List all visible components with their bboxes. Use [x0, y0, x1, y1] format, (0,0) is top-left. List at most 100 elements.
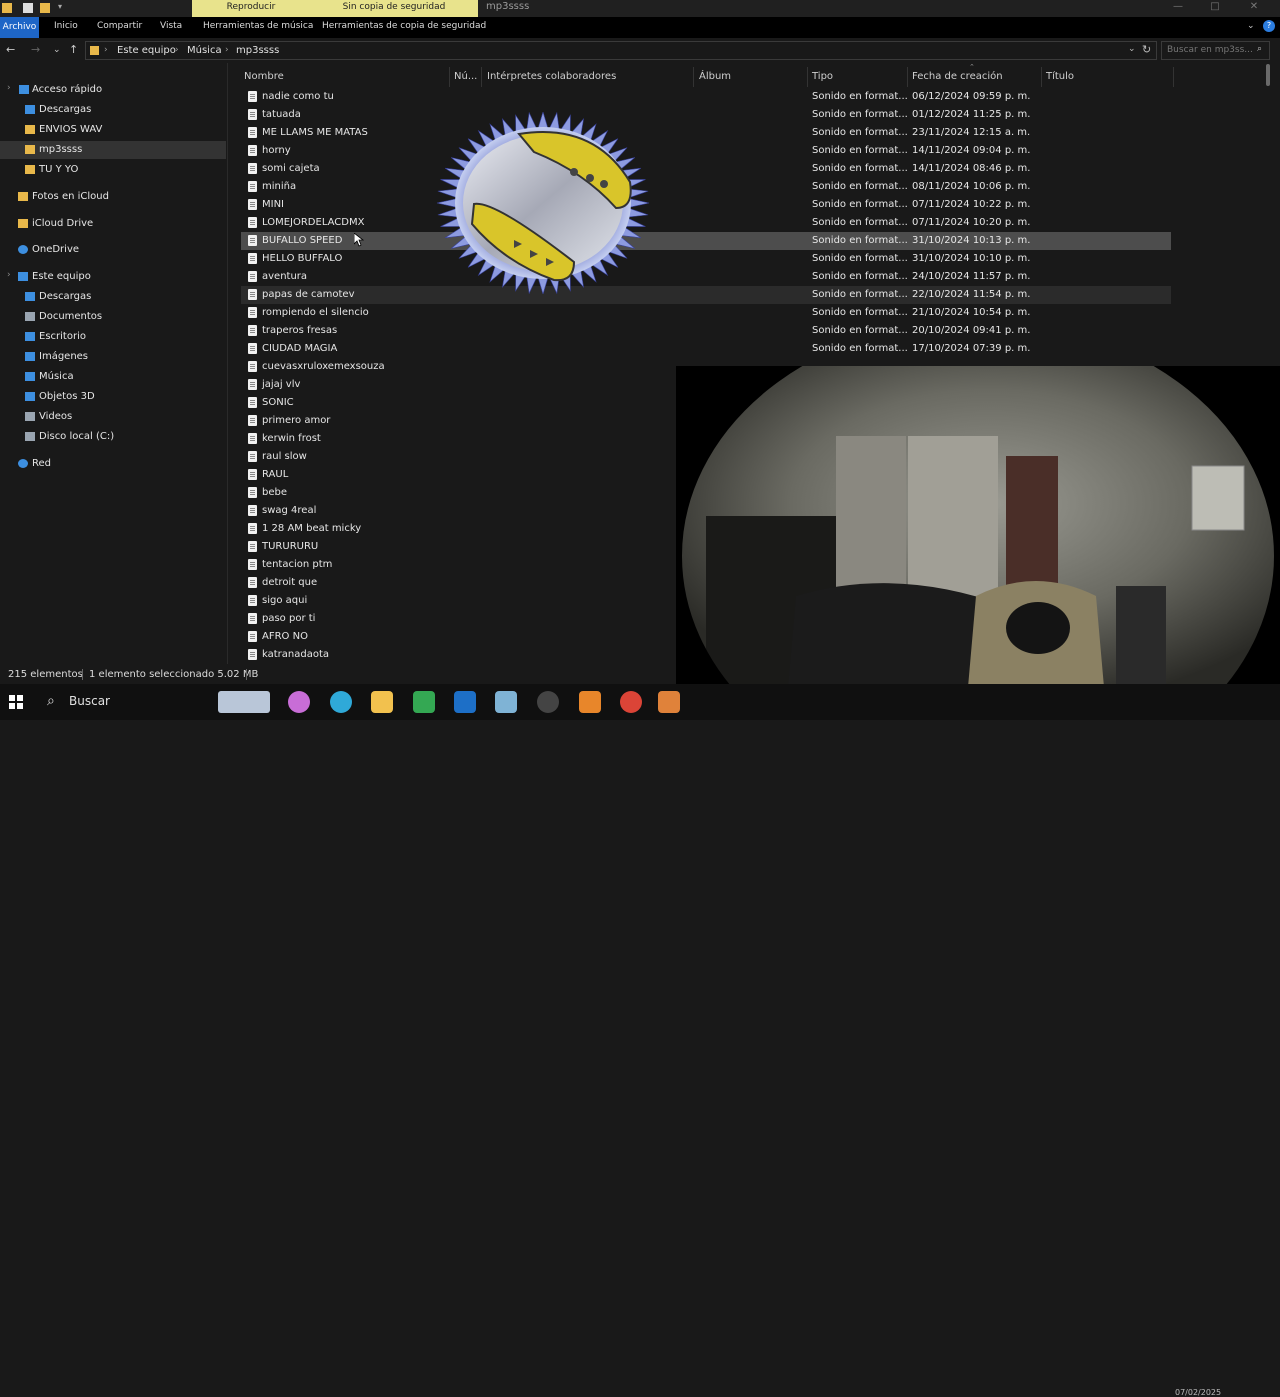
file-name[interactable]: miniña [262, 181, 296, 192]
folder-icon[interactable] [2, 3, 12, 13]
file-row[interactable]: BUFALLO SPEED Sonido en format... 31/10/20… [241, 232, 1171, 250]
sidebar-item-envios-wav[interactable]: ENVIOS WAV [0, 121, 226, 139]
address-dropdown-icon[interactable]: ⌄ [1128, 44, 1136, 54]
file-name[interactable]: TURURURU [262, 541, 318, 552]
file-row[interactable]: HELLO BUFFALO Sonido en format... 31/10/20… [241, 250, 1171, 268]
sidebar-item-m-sica[interactable]: Música [0, 368, 226, 386]
stop-button-icon[interactable] [570, 168, 578, 176]
file-name[interactable]: BUFALLO SPEED [262, 235, 342, 246]
tab-archivo[interactable]: Archivo [0, 17, 39, 38]
column-divider[interactable] [807, 67, 808, 87]
expand-chevron-icon[interactable]: › [7, 270, 11, 280]
taskbar-search-label[interactable]: Buscar [69, 694, 110, 708]
column-divider[interactable] [693, 67, 694, 87]
context-tab-backup[interactable]: Sin copia de seguridad [310, 0, 478, 17]
sidebar-item-este-equipo[interactable]: › Este equipo [0, 268, 226, 286]
file-name[interactable]: primero amor [262, 415, 330, 426]
breadcrumb-separator-icon[interactable]: › [175, 45, 179, 55]
file-name[interactable]: somi cajeta [262, 163, 320, 174]
file-name[interactable]: ME LLAMS ME MATAS [262, 127, 368, 138]
column-divider[interactable] [481, 67, 482, 87]
column-header-numero[interactable]: Nú... [454, 71, 477, 82]
sidebar-item-mp3ssss[interactable]: mp3ssss [0, 141, 226, 159]
sidebar-item-acceso-r-pido[interactable]: › Acceso rápido [0, 81, 226, 99]
column-divider[interactable] [449, 67, 450, 87]
pause-button-icon[interactable] [586, 174, 594, 182]
file-name[interactable]: tatuada [262, 109, 301, 120]
search-input[interactable] [1167, 45, 1255, 55]
file-name[interactable]: swag 4real [262, 505, 316, 516]
file-name[interactable]: tentacion ptm [262, 559, 332, 570]
file-name[interactable]: detroit que [262, 577, 317, 588]
file-name[interactable]: LOMEJORDELACDMX [262, 217, 364, 228]
file-name[interactable]: SONIC [262, 397, 294, 408]
file-name[interactable]: katranadaota [262, 649, 329, 660]
expand-chevron-icon[interactable]: › [7, 83, 11, 93]
file-name[interactable]: papas de camotev [262, 289, 355, 300]
search-highlight-icon[interactable] [218, 691, 270, 713]
windows-start-icon[interactable] [9, 695, 23, 709]
help-icon[interactable]: ? [1263, 20, 1275, 32]
file-explorer-icon[interactable] [371, 691, 393, 713]
file-row[interactable]: aventura Sonido en format... 24/10/2024 11… [241, 268, 1171, 286]
file-name[interactable]: cuevasxruloxemexsouza [262, 361, 385, 372]
outlook-icon[interactable] [454, 691, 476, 713]
folder-icon[interactable] [40, 3, 50, 13]
media-player-graphic[interactable] [434, 110, 652, 296]
copilot-icon[interactable] [288, 691, 310, 713]
column-header-nombre[interactable]: Nombre [244, 71, 284, 82]
column-divider[interactable] [1041, 67, 1042, 87]
address-bar[interactable]: › Este equipo › Música › mp3ssss ⌄ ↻ [85, 41, 1157, 60]
breadcrumb-musica[interactable]: Música [187, 45, 222, 56]
file-name[interactable]: raul slow [262, 451, 307, 462]
media-player-skin[interactable] [434, 110, 652, 296]
file-row[interactable]: tatuada Sonido en format... 01/12/2024 11:… [241, 106, 1171, 124]
file-row[interactable]: miniña Sonido en format... 08/11/2024 10:0… [241, 178, 1171, 196]
breadcrumb-separator-icon[interactable]: › [104, 45, 108, 55]
chrome-icon[interactable] [620, 691, 642, 713]
back-arrow-icon[interactable]: ← [6, 43, 15, 56]
sidebar-item-documentos[interactable]: Documentos [0, 308, 226, 326]
edge-icon[interactable] [330, 691, 352, 713]
quick-access-dropdown-icon[interactable]: ▾ [58, 2, 62, 11]
file-name[interactable]: aventura [262, 271, 307, 282]
column-header-fecha-creacion[interactable]: Fecha de creación [912, 71, 1003, 82]
file-name[interactable]: RAUL [262, 469, 288, 480]
recent-locations-chevron-icon[interactable]: ⌄ [53, 45, 61, 55]
sidebar-item-descargas[interactable]: Descargas [0, 101, 226, 119]
file-row[interactable]: LOMEJORDELACDMX Sonido en format... 07/11/… [241, 214, 1171, 232]
column-header-tipo[interactable]: Tipo [812, 71, 833, 82]
column-divider[interactable] [907, 67, 908, 87]
file-name[interactable]: kerwin frost [262, 433, 321, 444]
close-button[interactable]: ✕ [1246, 1, 1262, 15]
column-header-interpretes[interactable]: Intérpretes colaboradores [487, 71, 616, 82]
column-header-titulo[interactable]: Título [1046, 71, 1074, 82]
fl-studio-icon[interactable] [579, 691, 601, 713]
file-name[interactable]: nadie como tu [262, 91, 334, 102]
file-row[interactable]: nadie como tu Sonido en format... 06/12/20… [241, 88, 1171, 106]
checkmark-icon[interactable] [23, 3, 33, 13]
up-arrow-icon[interactable]: ↑ [69, 43, 78, 56]
breadcrumb-separator-icon[interactable]: › [225, 45, 229, 55]
file-name[interactable]: rompiendo el silencio [262, 307, 369, 318]
file-row[interactable]: CIUDAD MAGIA Sonido en format... 17/10/202… [241, 340, 1171, 358]
search-icon[interactable]: ⌕ [47, 693, 55, 709]
obs-icon[interactable] [537, 691, 559, 713]
file-name[interactable]: sigo aqui [262, 595, 307, 606]
sidebar-item-onedrive[interactable]: OneDrive [0, 241, 226, 259]
file-name[interactable]: paso por ti [262, 613, 315, 624]
sidebar-item-descargas[interactable]: Descargas [0, 288, 226, 306]
close-button-icon[interactable] [600, 180, 608, 188]
column-divider[interactable] [1173, 67, 1174, 87]
file-row[interactable]: horny Sonido en format... 14/11/2024 09:04… [241, 142, 1171, 160]
tab-compartir[interactable]: Compartir [97, 21, 142, 31]
file-name[interactable]: horny [262, 145, 291, 156]
file-name[interactable]: 1 28 AM beat micky [262, 523, 361, 534]
file-name[interactable]: HELLO BUFFALO [262, 253, 342, 264]
minimize-button[interactable]: — [1170, 1, 1186, 15]
sidebar-item-objetos-3d[interactable]: Objetos 3D [0, 388, 226, 406]
sidebar-item-red[interactable]: Red [0, 455, 226, 473]
file-row[interactable]: traperos fresas Sonido en format... 20/10/… [241, 322, 1171, 340]
file-name[interactable]: jajaj vlv [262, 379, 300, 390]
sidebar-item-escritorio[interactable]: Escritorio [0, 328, 226, 346]
